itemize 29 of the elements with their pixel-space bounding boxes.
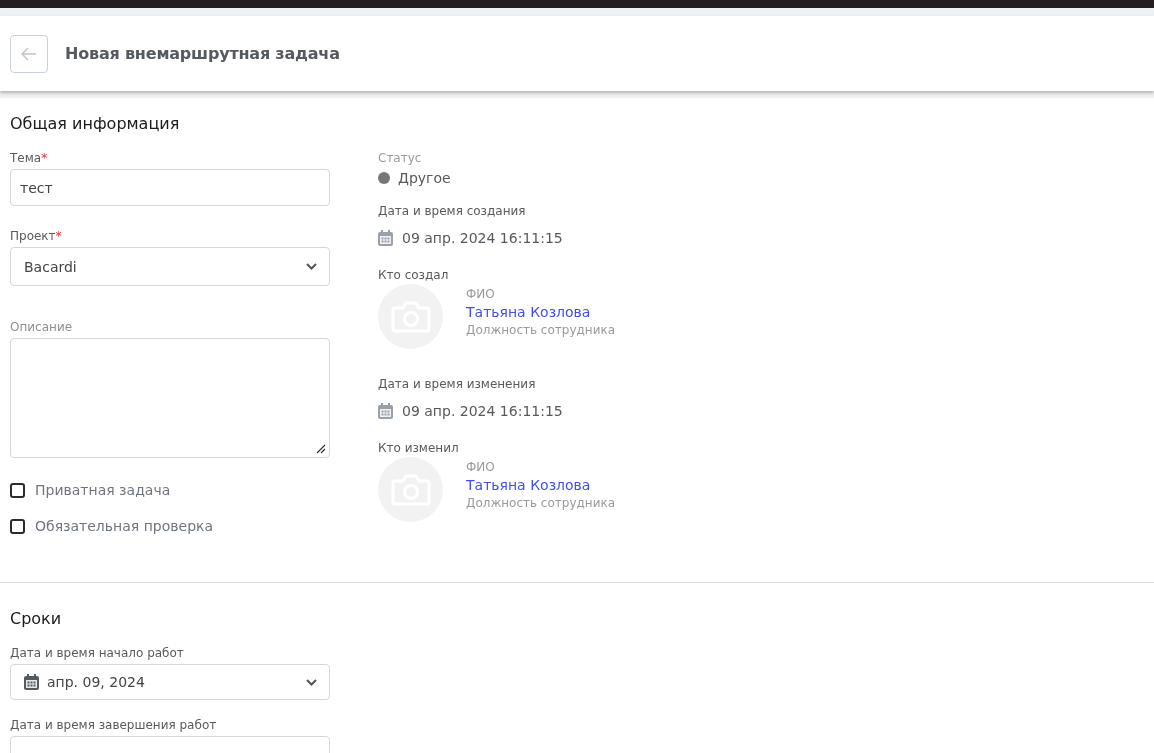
person-position: Должность сотрудника <box>466 323 616 337</box>
page-title: Новая внемаршрутная задача <box>65 44 340 63</box>
person-position: Должность сотрудника <box>466 496 616 510</box>
text-field[interactable]: тест <box>10 169 330 206</box>
field-label: Дата и время начало работ <box>10 646 185 660</box>
field-label: Описание <box>10 320 74 334</box>
person-caption: ФИО <box>466 460 496 474</box>
person-name-link[interactable]: Татьяна Козлова <box>466 304 616 320</box>
info-label: Дата и время изменения <box>378 377 537 391</box>
field-label: Дата и время завершения работ <box>10 718 218 732</box>
date-value: 09 апр. 2024 16:11:15 <box>402 403 563 419</box>
field-label: Тема* <box>10 151 49 165</box>
info-label: Кто изменил <box>378 441 460 455</box>
project-select[interactable]: Bacardi <box>10 247 330 286</box>
checkbox-label: Приватная задача <box>35 482 171 498</box>
checkbox-label: Обязательная проверка <box>35 518 214 534</box>
person-name-link[interactable]: Татьяна Козлова <box>466 477 616 493</box>
section-title: Сроки <box>10 609 63 628</box>
info-label: Кто создал <box>378 268 450 282</box>
info-label: Статус <box>378 151 423 165</box>
info-label: Дата и время создания <box>378 204 527 218</box>
section-title: Общая информация <box>10 114 181 133</box>
checkbox-option[interactable]: Приватная задача <box>10 480 330 500</box>
date-picker[interactable]: апр. 09, 2024 <box>10 664 330 700</box>
person-caption: ФИО <box>466 287 496 301</box>
field-label: Проект* <box>10 229 63 243</box>
date-value: 09 апр. 2024 16:11:15 <box>402 230 563 246</box>
checkbox-option[interactable]: Обязательная проверка <box>10 516 330 536</box>
status-value: Другое <box>398 170 451 186</box>
